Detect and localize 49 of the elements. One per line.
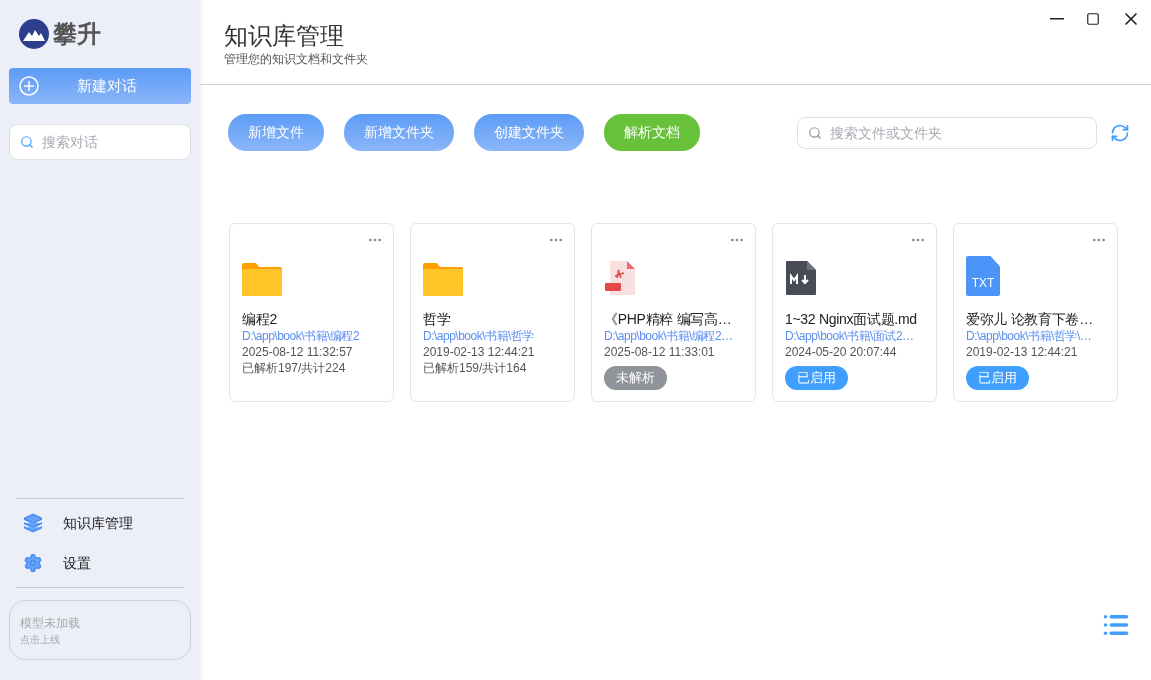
status-badge: 已启用 xyxy=(966,366,1029,390)
file-card[interactable]: TXT 爱弥儿 论教育下卷… D:\app\book\书籍\哲学\… 2019-02-13 12:44:21 已启用 xyxy=(953,223,1118,402)
file-name: 1~32 Nginx面试题.md xyxy=(785,310,918,328)
file-card[interactable]: 1~32 Nginx面试题.md D:\app\book\书籍\面试2… 2024-05-20 20:07:44 已启用 xyxy=(772,223,937,402)
page-subtitle: 管理您的知识文档和文件夹 xyxy=(224,52,369,66)
parse-progress-text: 已解析197/共计224 xyxy=(242,360,347,376)
search-icon xyxy=(20,135,34,149)
file-card[interactable]: 哲学 D:\app\book\书籍\哲学 2019-02-13 12:44:21 已解析159/共计164 xyxy=(410,223,575,402)
plus-circle-icon xyxy=(19,76,39,96)
file-name: 《PHP精粹 编写高… xyxy=(604,310,733,328)
file-time: 2019-02-13 12:44:21 xyxy=(423,344,536,360)
parse-progress-text: 已解析159/共计164 xyxy=(423,360,528,376)
minimize-icon xyxy=(1050,18,1064,20)
model-status-title: 模型未加载 xyxy=(20,614,81,632)
file-search-field[interactable]: 搜索文件或文件夹 xyxy=(797,116,1097,149)
file-name: 哲学 xyxy=(423,310,452,328)
file-time: 2024-05-20 20:07:44 xyxy=(785,344,898,360)
file-name: 编程2 xyxy=(242,310,278,328)
logo-text: 攀升 xyxy=(53,19,101,49)
file-card[interactable]: 编程2 D:\app\book\书籍\编程2 2025-08-12 11:32:57 已解析197/共计224 xyxy=(229,223,394,402)
nav-label: 知识库管理 xyxy=(63,513,133,533)
chat-search-field[interactable]: 搜索对话 xyxy=(9,124,191,160)
file-path: D:\app\book\书籍\编程2 xyxy=(242,328,361,344)
folder-icon xyxy=(242,262,282,296)
file-path: D:\app\book\书籍\哲学\… xyxy=(966,328,1093,344)
status-badge: 已启用 xyxy=(785,366,848,390)
maximize-icon xyxy=(1086,12,1100,26)
file-time: 2025-08-12 11:33:01 xyxy=(604,344,716,360)
nav-label: 设置 xyxy=(63,553,91,573)
search-icon xyxy=(808,125,822,140)
file-time: 2025-08-12 11:32:57 xyxy=(242,344,354,360)
file-path: D:\app\book\书籍\面试2… xyxy=(785,328,915,344)
layers-icon xyxy=(23,513,43,533)
refresh-icon xyxy=(1110,122,1130,143)
markdown-file-icon xyxy=(785,260,817,296)
pdf-file-icon xyxy=(604,260,636,296)
nav-item[interactable]: 知识库管理 xyxy=(15,503,185,543)
file-name: 爱弥儿 论教育下卷… xyxy=(966,310,1094,328)
settings-icon xyxy=(23,553,43,573)
file-path: D:\app\book\书籍\哲学 xyxy=(423,328,535,344)
file-path: D:\app\book\书籍\编程2… xyxy=(604,328,734,344)
mountain-logo-icon xyxy=(19,19,49,49)
file-time: 2019-02-13 12:44:21 xyxy=(966,344,1079,360)
nav-item[interactable]: 设置 xyxy=(15,543,185,583)
status-badge: 未解析 xyxy=(604,366,667,390)
file-card[interactable]: 《PHP精粹 编写高… D:\app\book\书籍\编程2… 2025-08-12 11:33:01 未解析 xyxy=(591,223,756,402)
txt-file-icon: TXT xyxy=(966,256,1000,296)
folder-icon xyxy=(423,262,463,296)
page-title: 知识库管理 xyxy=(224,21,345,51)
